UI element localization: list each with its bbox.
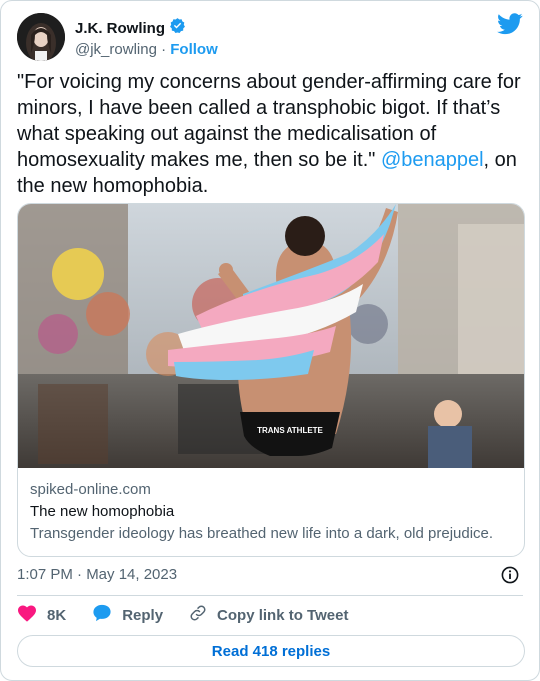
link-preview-meta: spiked-online.com The new homophobia Tra… [30, 480, 512, 544]
link-title: The new homophobia [30, 503, 175, 520]
copy-link-label: Copy link to Tweet [217, 606, 349, 624]
heart-icon [17, 604, 37, 626]
link-description: Transgender ideology has breathed new li… [30, 525, 494, 542]
info-icon[interactable] [501, 566, 519, 584]
tweet-text: "For voicing my concerns about gender-af… [17, 69, 525, 199]
author-avatar[interactable] [17, 13, 65, 61]
handle-separator: · [161, 41, 167, 58]
twitter-bird-icon[interactable] [497, 13, 523, 35]
mention-link[interactable]: @benappel [381, 149, 484, 171]
link-preview-image[interactable]: TRANS ATHLETE [18, 204, 524, 468]
author-handle[interactable]: @jk_rowling [75, 41, 157, 58]
follow-button[interactable]: Follow [170, 41, 218, 58]
like-button[interactable]: 8K [17, 604, 66, 626]
read-replies-button[interactable]: Read 418 replies [17, 635, 525, 667]
reply-label: Reply [122, 606, 164, 624]
tweet-header: J.K. Rowling @jk_rowling · Follow [17, 13, 523, 61]
copy-link-button[interactable]: Copy link to Tweet [189, 604, 348, 626]
link-domain: spiked-online.com [30, 481, 151, 498]
tweet-actions: 8K Reply Copy link to Tweet [17, 604, 374, 626]
tweet-card: J.K. Rowling @jk_rowling · Follow "For v… [0, 0, 540, 681]
like-count: 8K [47, 606, 67, 624]
reply-button[interactable]: Reply [92, 604, 163, 626]
author-name[interactable]: J.K. Rowling [75, 19, 165, 39]
link-chain-icon [189, 604, 207, 626]
tweet-timestamp[interactable]: 1:07 PM · May 14, 2023 [17, 565, 177, 585]
link-preview-card[interactable]: TRANS ATHLETE spiked-online.com The new … [17, 203, 525, 557]
reply-bubble-icon [92, 604, 112, 626]
author-block: J.K. Rowling @jk_rowling · Follow [75, 17, 218, 60]
verified-badge-icon [169, 17, 186, 40]
divider [17, 595, 523, 596]
shorts-caption: TRANS ATHLETE [257, 426, 323, 435]
